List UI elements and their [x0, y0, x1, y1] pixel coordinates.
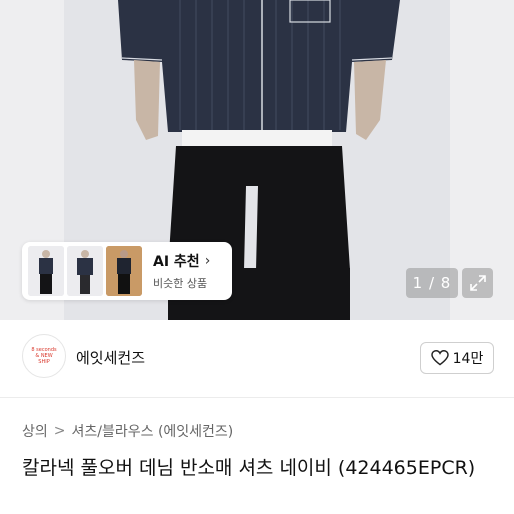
image-pager: 1 / 8 [406, 268, 458, 298]
ai-thumbnail [67, 246, 103, 296]
ai-thumbnail [106, 246, 142, 296]
product-title: 칼라넥 풀오버 데님 반소매 셔츠 네이비 (424465EPCR) [22, 457, 476, 479]
ai-recommend-subtitle: 비슷한 상품 [153, 277, 208, 290]
breadcrumb-separator: > [53, 423, 66, 439]
brand-row: 8 seconds & NEW SHIP 에잇세컨즈 14만 [0, 320, 514, 398]
chevron-right-icon: › [204, 253, 211, 269]
product-image-gallery[interactable]: AI 추천 › 비슷한 상품 1 / 8 [0, 0, 514, 320]
breadcrumb: 상의 > 셔츠/블라우스 (에잇세컨즈) [22, 421, 233, 441]
like-button[interactable]: 14만 [420, 342, 494, 374]
breadcrumb-category[interactable]: 상의 [22, 421, 48, 441]
like-count: 14만 [452, 351, 484, 367]
brand-logo[interactable]: 8 seconds & NEW SHIP [22, 334, 66, 378]
ai-thumbnail [28, 246, 64, 296]
breadcrumb-subcategory[interactable]: 셔츠/블라우스 (에잇세컨즈) [72, 421, 234, 441]
expand-icon[interactable] [462, 268, 493, 298]
heart-outline-icon [430, 350, 449, 366]
brand-name[interactable]: 에잇세컨즈 [76, 347, 145, 368]
ai-recommend-card[interactable]: AI 추천 › 비슷한 상품 [22, 242, 232, 300]
ai-recommend-title: AI 추천 › [153, 253, 211, 270]
